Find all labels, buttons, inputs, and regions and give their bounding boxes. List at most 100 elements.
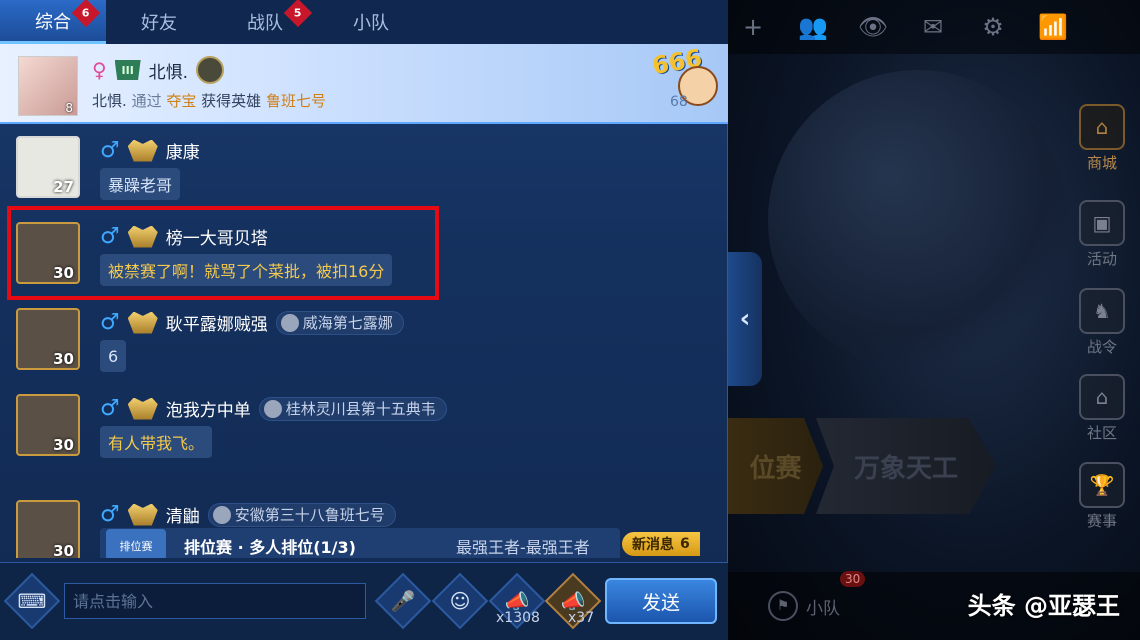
- ranked-invite-card[interactable]: 排位赛 排位赛 · 多人排位(1/3) 最强王者-最强王者: [100, 528, 620, 558]
- spectate-eye-icon[interactable]: 👁: [856, 10, 890, 44]
- hero-skin-icon: [196, 56, 225, 84]
- title-icon: [280, 313, 299, 332]
- chat-input[interactable]: [64, 583, 366, 619]
- side-menu-label: 战令: [1086, 338, 1117, 356]
- planet-decoration: [768, 70, 1068, 370]
- tab-badge: 6: [71, 0, 101, 28]
- player-name[interactable]: 清鼬: [166, 502, 200, 527]
- new-messages-label: 新消息: [632, 537, 674, 553]
- squad-button[interactable]: ⚑ 小队 30: [768, 571, 866, 621]
- player-name[interactable]: 康康: [166, 138, 200, 163]
- rank-badge: III: [114, 60, 141, 80]
- avatar[interactable]: 27: [16, 136, 80, 198]
- mail-icon[interactable]: ✉: [916, 10, 950, 44]
- chat-panel: 综合 6 好友 战队 5 小队 8 ♀ III 北惧. 北惧. 通过 夺宝 获得…: [0, 0, 728, 640]
- tab-friends[interactable]: 好友: [106, 0, 212, 44]
- avatar[interactable]: 30: [16, 308, 80, 370]
- ranked-mode-icon: 排位赛: [106, 529, 166, 558]
- sticker-666: 666 68: [650, 44, 728, 124]
- community-icon: ⌂: [1079, 374, 1125, 420]
- message-list[interactable]: 27 ♂ 康康 暴躁老哥 30 ♂ 榜一大哥贝塔 被禁赛了啊！就骂了个菜批，被扣…: [0, 126, 728, 558]
- gold-rank-icon: [127, 397, 158, 420]
- mode-label: 万象天工: [853, 453, 958, 484]
- player-name[interactable]: 耿平露娜贼强: [166, 310, 268, 335]
- gold-rank-icon: [127, 311, 158, 334]
- system-message: 8 ♀ III 北惧. 北惧. 通过 夺宝 获得英雄 鲁班七号 666 68: [0, 44, 728, 124]
- add-icon[interactable]: +: [736, 10, 770, 44]
- watermark: 头条 @亚瑟王: [967, 592, 1120, 620]
- avatar[interactable]: 8: [18, 56, 78, 116]
- tab-label: 战队: [247, 13, 283, 34]
- chevron-left-icon: ‹: [739, 304, 751, 334]
- smiley-icon: ☺: [449, 589, 471, 613]
- chat-input-bar: ⌨ 🎤 ☺ 📣 📣 发送: [0, 562, 728, 640]
- game-background: + 👥 👁 ✉ ⚙ 📶 ⌂ 商城 ▣ 活动 ♞ 战令 ⌂ 社区 🏆 赛事 ‹ 位…: [728, 0, 1140, 640]
- list-item: 30 ♂ 耿平露娜贼强 威海第七露娜 6: [0, 298, 728, 384]
- side-menu-label: 赛事: [1086, 512, 1117, 530]
- hero-title-tag: 威海第七露娜: [275, 310, 404, 335]
- tab-label: 综合: [35, 11, 71, 33]
- avatar[interactable]: 30: [16, 500, 80, 558]
- message-bubble: 暴躁老哥: [100, 168, 181, 200]
- side-menu-battlepass[interactable]: ♞ 战令: [1070, 288, 1134, 357]
- tab-general[interactable]: 综合 6: [0, 0, 106, 44]
- level-number: 8: [65, 101, 73, 115]
- male-icon: ♂: [100, 502, 120, 527]
- side-menu-events[interactable]: ▣ 活动: [1070, 200, 1134, 269]
- squad-label: 小队: [806, 598, 840, 619]
- events-icon: ▣: [1079, 200, 1125, 246]
- tab-squad[interactable]: 小队: [318, 0, 424, 44]
- wifi-icon: 📶: [1038, 13, 1068, 41]
- list-item: 30 ♂ 泡我方中单 桂林灵川县第十五典韦 有人带我飞。: [0, 384, 728, 470]
- emoji-button[interactable]: ☺: [431, 572, 489, 630]
- hero-title-tag: 桂林灵川县第十五典韦: [258, 396, 447, 421]
- horn-count: x1308: [496, 610, 540, 626]
- avatar[interactable]: 30: [16, 394, 80, 456]
- list-item: 27 ♂ 康康 暴躁老哥: [0, 126, 728, 212]
- side-menu-shop[interactable]: ⌂ 商城: [1070, 104, 1134, 173]
- message-bubble: 6: [100, 340, 127, 372]
- tab-label: 好友: [141, 13, 177, 34]
- settings-gear-icon[interactable]: ⚙: [976, 10, 1010, 44]
- gold-horn-count: x37: [568, 610, 595, 626]
- voice-icon: ⌨: [17, 589, 47, 613]
- send-button[interactable]: 发送: [605, 578, 717, 624]
- player-name[interactable]: 北惧.: [149, 58, 188, 83]
- friends-icon[interactable]: 👥: [796, 10, 830, 44]
- microphone-icon: 🎤: [390, 589, 416, 613]
- hero-title-tag: 安徽第三十八鲁班七号: [207, 502, 396, 527]
- side-menu-label: 商城: [1086, 154, 1117, 172]
- male-icon: ♂: [100, 138, 120, 163]
- title-icon: [263, 399, 282, 418]
- mode-label: 位赛: [749, 453, 802, 484]
- new-messages-count: 6: [680, 536, 690, 552]
- new-messages-button[interactable]: 新消息 6: [622, 532, 700, 556]
- title-icon: [212, 505, 231, 524]
- gold-rank-icon: [127, 139, 158, 162]
- trophy-icon: 🏆: [1079, 462, 1125, 508]
- system-message-text: 北惧. 通过 夺宝 获得英雄 鲁班七号: [92, 92, 326, 110]
- voice-toggle-button[interactable]: ⌨: [3, 572, 61, 630]
- side-menu-label: 活动: [1086, 250, 1117, 268]
- mode-ranked-tile[interactable]: 位赛: [728, 418, 823, 514]
- card-rank: 最强王者-最强王者: [455, 538, 590, 557]
- tab-label: 小队: [353, 13, 389, 34]
- tab-badge: 5: [283, 0, 313, 28]
- highlight-annotation: [7, 206, 439, 300]
- side-menu-community[interactable]: ⌂ 社区: [1070, 374, 1134, 443]
- side-menu-tournament[interactable]: 🏆 赛事: [1070, 462, 1134, 531]
- mic-button[interactable]: 🎤: [374, 572, 432, 630]
- mode-wanxiang-tile[interactable]: 万象天工: [816, 418, 996, 514]
- flag-icon: ⚑: [768, 591, 798, 621]
- side-menu-label: 社区: [1086, 424, 1117, 442]
- message-bubble: 有人带我飞。: [100, 426, 213, 458]
- player-name[interactable]: 泡我方中单: [166, 396, 251, 421]
- shop-icon: ⌂: [1079, 104, 1125, 150]
- collapse-chat-tab[interactable]: ‹: [728, 252, 762, 386]
- game-top-bar: + 👥 👁 ✉ ⚙ 📶: [728, 0, 1140, 54]
- female-icon: ♀: [92, 58, 107, 82]
- tab-team[interactable]: 战队 5: [212, 0, 318, 44]
- male-icon: ♂: [100, 310, 120, 335]
- gold-rank-icon: [127, 503, 158, 526]
- card-title: 排位赛 · 多人排位(1/3): [184, 538, 356, 557]
